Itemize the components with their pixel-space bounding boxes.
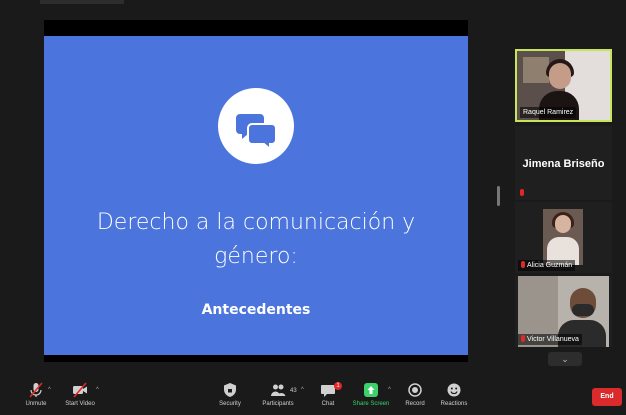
- meeting-toolbar: Unmute ^ Start Video ^ Security 43 Parti…: [0, 378, 626, 415]
- participants-button[interactable]: 43 Participants: [252, 382, 304, 415]
- start-video-label: Start Video: [65, 401, 95, 407]
- chevron-down-icon: ⌄: [561, 354, 569, 364]
- smiley-icon: [447, 383, 461, 397]
- participant-tile-victor[interactable]: Victor Villanueva: [515, 276, 612, 347]
- shared-slide: Derecho a la comunicación y género: Ante…: [44, 36, 468, 355]
- video-picture-frame: [523, 57, 549, 83]
- participant-name: Jimena Briseño: [522, 158, 605, 170]
- video-person-head: [555, 215, 571, 233]
- slide-subtitle: Antecedentes: [201, 302, 311, 318]
- chat-bubbles-icon: [218, 88, 294, 164]
- share-screen-icon: [364, 383, 378, 397]
- video-options-caret-icon[interactable]: ^: [96, 387, 99, 393]
- chat-unread-badge: 1: [334, 382, 342, 390]
- participant-video: [543, 209, 583, 265]
- reactions-label: Reactions: [440, 401, 468, 407]
- participant-name: Raquel Ramirez: [523, 109, 574, 116]
- participant-tile-alicia[interactable]: Alicia Guzmán: [515, 202, 612, 273]
- security-label: Security: [219, 401, 241, 407]
- participant-name: Victor Villanueva: [527, 336, 579, 343]
- participants-count: 43: [290, 388, 297, 394]
- muted-mic-icon: [521, 261, 525, 268]
- participants-label: Participants: [262, 401, 294, 407]
- muted-microphone-icon: [29, 382, 43, 398]
- participant-name-label: Alicia Guzmán: [518, 260, 576, 271]
- record-icon: [408, 383, 422, 397]
- scroll-participants-down-button[interactable]: ⌄: [548, 352, 582, 366]
- slide-title-line-2: género:: [214, 244, 298, 269]
- shield-icon: [224, 383, 236, 397]
- participant-name-label: Victor Villanueva: [518, 334, 582, 345]
- participant-name: Alicia Guzmán: [527, 262, 573, 269]
- window-grip[interactable]: [40, 0, 124, 4]
- top-strip: [0, 0, 626, 8]
- muted-mic-icon: [520, 189, 524, 196]
- audio-options-caret-icon[interactable]: ^: [48, 387, 51, 393]
- participant-tile-raquel[interactable]: Raquel Ramirez: [515, 49, 612, 122]
- participants-icon: [271, 384, 286, 396]
- video-off-icon: [73, 382, 87, 398]
- end-meeting-button[interactable]: End: [592, 388, 622, 406]
- reactions-button[interactable]: Reactions: [428, 382, 480, 415]
- video-person-mask: [572, 304, 594, 316]
- participant-tile-jimena[interactable]: Jimena Briseño: [515, 126, 612, 200]
- security-button[interactable]: Security: [204, 382, 256, 415]
- panel-resize-handle[interactable]: [497, 186, 500, 206]
- participant-name-label: Raquel Ramirez: [520, 107, 577, 118]
- muted-mic-icon: [521, 335, 525, 342]
- video-person-head: [549, 63, 571, 89]
- slide-title: Derecho a la comunicación y género:: [44, 206, 468, 274]
- slide-title-line-1: Derecho a la comunicación y: [96, 210, 416, 235]
